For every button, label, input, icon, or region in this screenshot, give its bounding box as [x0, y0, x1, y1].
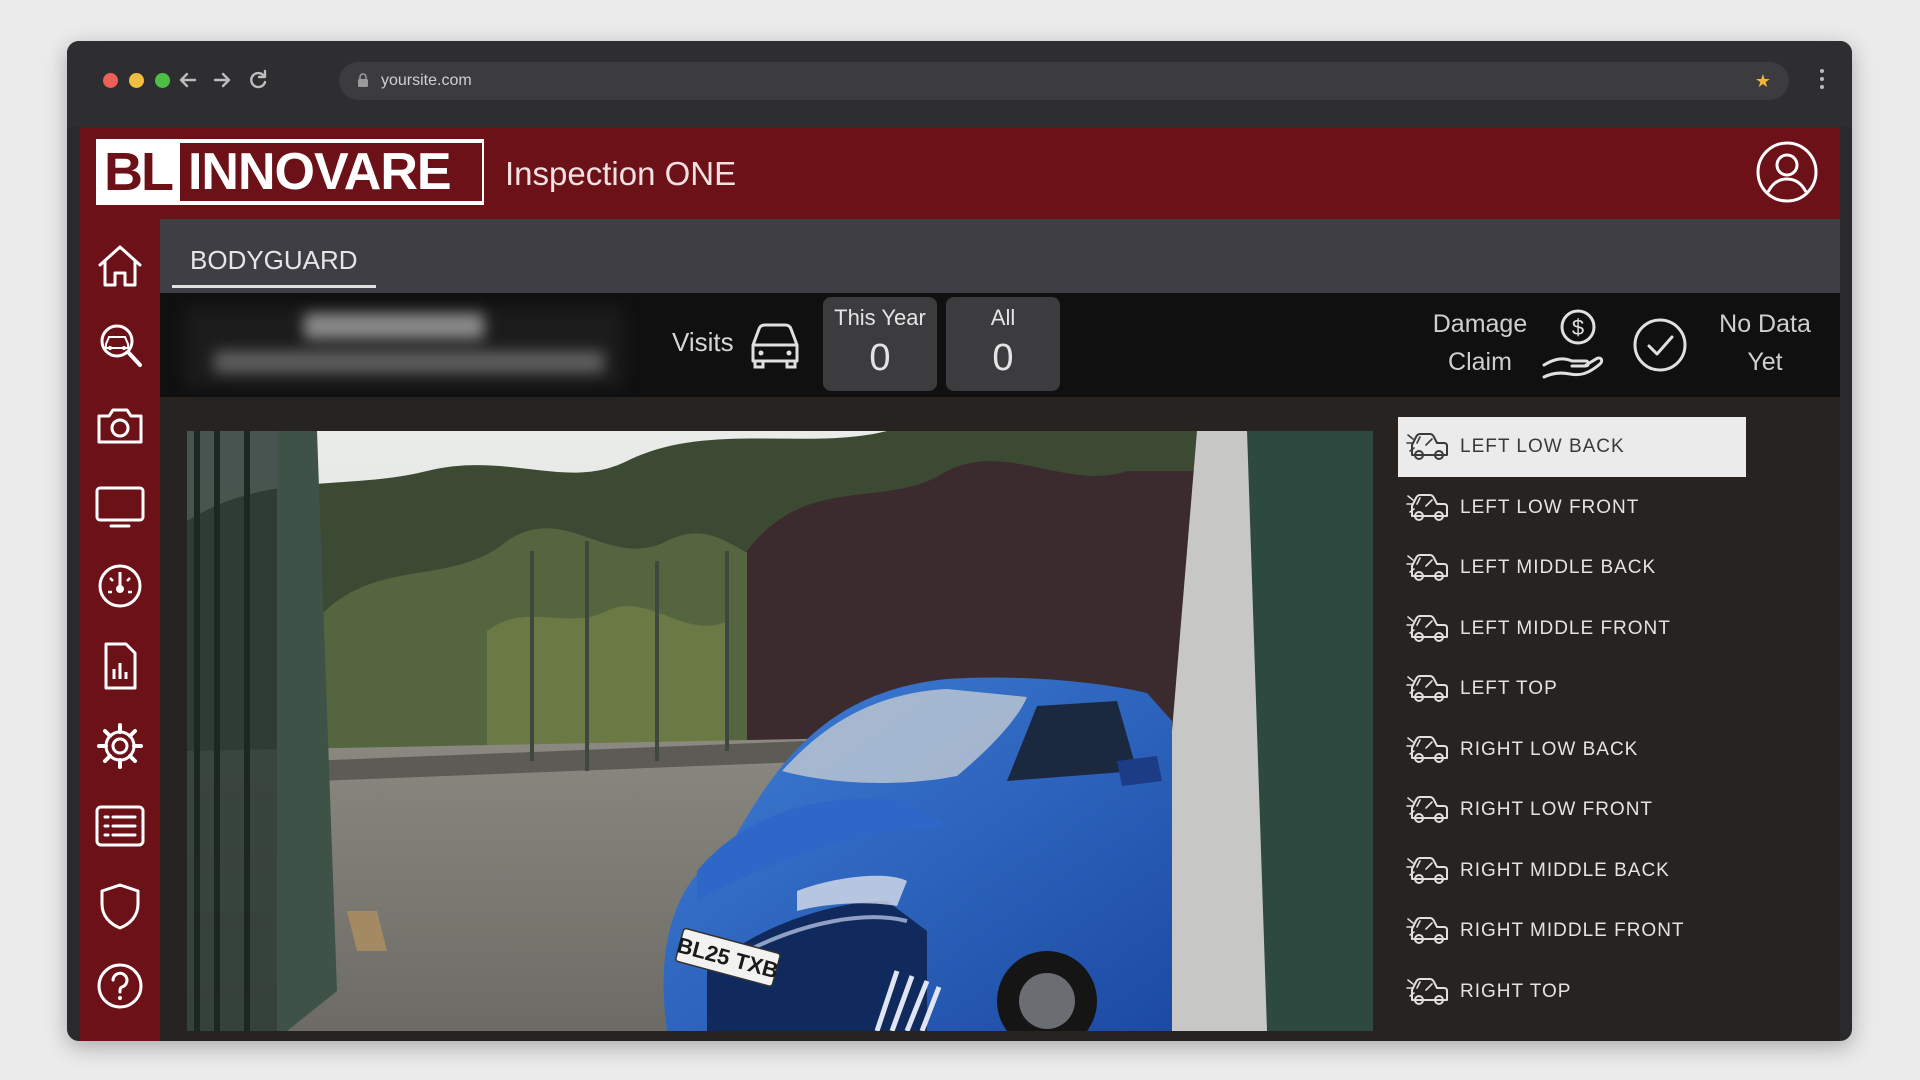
lock-icon [357, 73, 369, 92]
part-item[interactable]: LEFT LOW FRONT [1398, 478, 1746, 538]
part-label: RIGHT TOP [1460, 980, 1572, 1002]
check-circle-icon [1632, 317, 1688, 378]
settings-icon[interactable] [93, 719, 147, 773]
browser-menu-icon[interactable] [1820, 69, 1826, 93]
tab-bar: BODYGUARD [160, 219, 1840, 293]
part-item[interactable]: RIGHT MIDDLE BACK [1398, 841, 1746, 901]
part-item[interactable]: LEFT LOW BACK [1398, 417, 1746, 477]
part-item[interactable]: LEFT TOP [1398, 659, 1746, 719]
damage-claim-label: Damage Claim [1432, 310, 1528, 376]
app-root: BL INNOVARE Inspection ONE BODYGUARD Vis… [80, 127, 1840, 1041]
main-content: BODYGUARD Visits This Year 0 All 0 Damag… [160, 219, 1840, 1041]
part-label: RIGHT LOW FRONT [1460, 799, 1654, 820]
car-damage-icon [1406, 491, 1448, 525]
part-label: RIGHT MIDDLE FRONT [1460, 920, 1685, 941]
report-icon[interactable] [93, 639, 147, 693]
part-label: RIGHT MIDDLE BACK [1460, 859, 1670, 881]
all-stat: All 0 [946, 297, 1060, 391]
monitor-icon[interactable] [93, 479, 147, 533]
bookmark-star-icon[interactable]: ★ [1755, 71, 1771, 92]
list-icon[interactable] [93, 799, 147, 853]
stats-bar: Visits This Year 0 All 0 Damage Claim $ … [160, 293, 1840, 397]
camera-icon[interactable] [93, 399, 147, 453]
this-year-value: 0 [869, 337, 891, 379]
reload-icon[interactable] [243, 65, 273, 95]
inspection-parts-list: LEFT LOW BACK LEFT LOW FRONT LEFT MIDDLE B… [1398, 417, 1746, 1022]
car-damage-icon [1406, 733, 1448, 767]
part-item[interactable]: RIGHT LOW BACK [1398, 720, 1746, 780]
dashboard-gauge-icon[interactable] [93, 559, 147, 613]
this-year-stat: This Year 0 [823, 297, 937, 391]
car-damage-icon [1406, 854, 1448, 888]
car-damage-icon [1406, 430, 1448, 464]
app-header: BL INNOVARE Inspection ONE [80, 127, 1840, 221]
inspect-car-icon[interactable] [93, 319, 147, 373]
maximize-window-button[interactable] [155, 73, 170, 88]
part-item[interactable]: RIGHT MIDDLE FRONT [1398, 901, 1746, 961]
part-item[interactable]: LEFT MIDDLE FRONT [1398, 599, 1746, 659]
car-damage-icon [1406, 914, 1448, 948]
home-icon[interactable] [93, 239, 147, 293]
no-data-yet-label: No Data Yet [1719, 310, 1811, 376]
tab-bodyguard[interactable]: BODYGUARD [172, 235, 376, 288]
close-window-button[interactable] [103, 73, 118, 88]
car-damage-icon [1406, 672, 1448, 706]
visits-label: Visits [672, 327, 734, 357]
part-label: LEFT MIDDLE BACK [1460, 557, 1657, 578]
forward-arrow-icon[interactable] [207, 65, 237, 95]
car-icon [745, 315, 805, 376]
car-damage-icon [1406, 612, 1448, 646]
shield-icon[interactable] [93, 879, 147, 933]
help-icon[interactable] [93, 959, 147, 1013]
part-item[interactable]: LEFT MIDDLE BACK [1398, 538, 1746, 598]
logo-innovare-text: INNOVARE [179, 143, 482, 201]
blurred-vehicle-info [184, 307, 624, 387]
part-item[interactable]: RIGHT TOP [1398, 962, 1746, 1022]
part-label: LEFT LOW FRONT [1460, 496, 1640, 518]
svg-text:$: $ [1572, 315, 1584, 340]
back-arrow-icon[interactable] [173, 65, 203, 95]
all-value: 0 [992, 337, 1014, 379]
sidebar [80, 219, 160, 1041]
address-bar[interactable]: yoursite.com ★ [339, 62, 1789, 100]
damage-claim-money-hand-icon[interactable]: $ [1540, 307, 1616, 386]
browser-chrome: yoursite.com ★ [67, 41, 1852, 127]
this-year-label: This Year [834, 305, 926, 330]
camera-feed[interactable]: BL25 TXB [187, 431, 1373, 1031]
part-label: LEFT TOP [1460, 678, 1558, 699]
car-damage-icon [1406, 975, 1448, 1009]
car-damage-icon [1406, 551, 1448, 585]
car-damage-icon [1406, 793, 1448, 827]
part-label: LEFT LOW BACK [1460, 436, 1625, 457]
minimize-window-button[interactable] [129, 73, 144, 88]
part-item[interactable]: RIGHT LOW FRONT [1398, 780, 1746, 840]
all-label: All [990, 305, 1016, 330]
brand-logo[interactable]: BL INNOVARE [96, 139, 484, 205]
logo-bl-text: BL [104, 142, 174, 202]
browser-window: yoursite.com ★ BL INNOVARE Inspection ON… [67, 41, 1852, 1041]
app-title: Inspection ONE [505, 155, 737, 192]
part-label: LEFT MIDDLE FRONT [1460, 617, 1671, 639]
part-label: RIGHT LOW BACK [1460, 738, 1639, 760]
url-text: yoursite.com [381, 72, 472, 89]
user-profile-icon[interactable] [1754, 139, 1820, 205]
